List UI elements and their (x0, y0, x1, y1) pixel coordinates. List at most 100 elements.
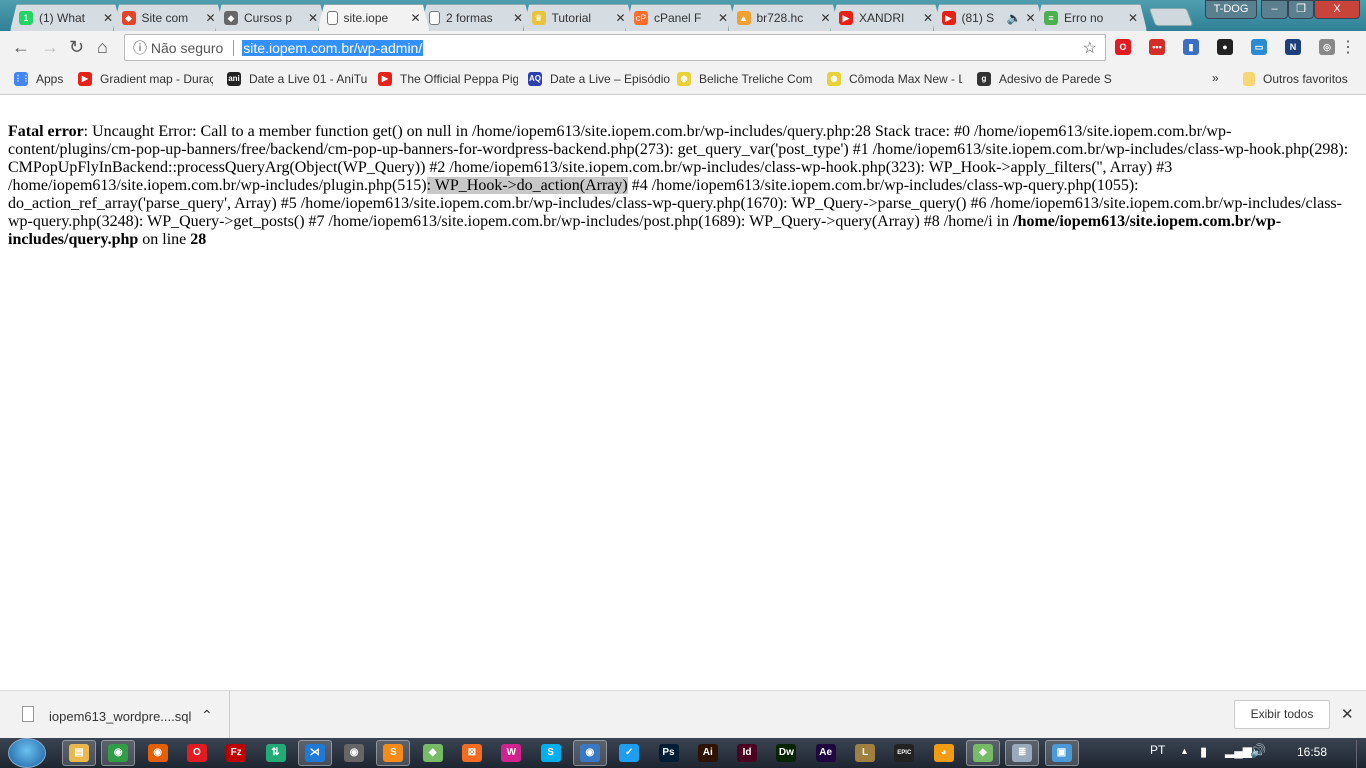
close-tab-icon[interactable]: ✕ (1128, 11, 1138, 25)
bookmark-item[interactable]: g Adesivo de Parede Su (977, 72, 1112, 86)
taskbar-app[interactable]: ◉ (101, 740, 136, 766)
tab[interactable]: 2 formas ✕ (420, 4, 532, 31)
taskbar-app[interactable]: O (180, 740, 214, 766)
taskbar-app[interactable]: ◆ (965, 740, 1000, 766)
tab[interactable]: ≡ Erro no ✕ (1035, 4, 1147, 31)
tab[interactable]: ♛ Tutorial ✕ (522, 4, 635, 31)
taskbar-app[interactable]: ✓ (612, 740, 646, 766)
taskbar-app[interactable]: Ps (652, 740, 686, 766)
taskbar-app[interactable]: EPIC (887, 740, 921, 766)
audio-playing-icon[interactable]: 🔈 (1006, 11, 1021, 25)
close-tab-icon[interactable]: ✕ (308, 11, 318, 25)
color-picker-icon[interactable]: ● (1217, 39, 1233, 55)
taskbar-app[interactable]: ≣ (1005, 740, 1040, 766)
home-icon[interactable]: ⌂ (97, 37, 108, 58)
bookmark-item[interactable]: ◉ Cômoda Max New - L (827, 72, 962, 86)
taskbar-app[interactable]: ◆ (416, 740, 450, 766)
more-bookmarks-button[interactable]: » (1212, 71, 1219, 85)
bookmark-star-icon[interactable]: ☆ (1083, 38, 1097, 58)
bookmark-item[interactable]: ⋮⋮ Apps (14, 72, 64, 86)
bookmark-item[interactable]: ani Date a Live 01 - AniTu (227, 72, 367, 86)
profile-button[interactable]: T-DOG (1205, 0, 1257, 19)
tab[interactable]: site.iope ✕ (317, 4, 430, 31)
volume-icon[interactable]: 🔊 (1250, 743, 1266, 759)
lastpass-icon[interactable]: ••• (1149, 39, 1165, 55)
bookmark-item[interactable]: AQ Date a Live – Episódio (528, 72, 673, 86)
show-desktop-button[interactable] (1356, 740, 1366, 768)
taskbar-app[interactable]: ⋊ (297, 740, 332, 766)
close-tab-icon[interactable]: ✕ (410, 11, 420, 25)
bookmark-item[interactable]: ▶ The Official Peppa Pig (378, 72, 518, 86)
close-window-button[interactable]: X (1314, 0, 1360, 19)
tab[interactable]: ▶ XANDRI ✕ (830, 4, 942, 31)
close-tab-icon[interactable]: ✕ (820, 11, 830, 25)
chevron-up-icon[interactable]: ⌃ (201, 707, 213, 724)
other-bookmarks-folder[interactable]: Outros favoritos (1243, 72, 1348, 86)
file-icon (22, 706, 34, 722)
tab-title: Tutorial (551, 11, 592, 25)
show-hidden-icons-icon[interactable]: ▲ (1180, 746, 1189, 756)
taskbar-app[interactable]: W (494, 740, 528, 766)
opera-icon[interactable]: O (1115, 39, 1131, 55)
screencast-icon[interactable]: ▭ (1251, 39, 1267, 55)
tab[interactable]: ▶ (81) S 🔈 ✕ (932, 4, 1045, 31)
extension-swirl-icon[interactable]: ◎ (1319, 39, 1335, 55)
menu-icon[interactable]: ⋮ (1340, 37, 1356, 57)
power-icon[interactable]: ▮ (1200, 744, 1207, 760)
anitube-icon: ani (227, 72, 241, 86)
taskbar-app[interactable]: ⇅ (259, 740, 293, 766)
tab-title: 2 formas (446, 11, 493, 25)
taskbar-app[interactable]: Id (730, 740, 764, 766)
taskbar-app[interactable]: S (534, 740, 568, 766)
tab[interactable]: 1 (1) What ✕ (10, 4, 122, 31)
taskbar-app[interactable]: ◕ (927, 740, 961, 766)
language-indicator[interactable]: PT (1150, 743, 1165, 757)
close-tab-icon[interactable]: ✕ (205, 11, 215, 25)
taskbar-app[interactable]: Ai (691, 740, 725, 766)
url-text[interactable]: site.iopem.com.br/wp-admin/ (242, 39, 424, 56)
tab[interactable]: ▲ br728.hc ✕ (727, 4, 840, 31)
taskbar-app[interactable]: ◉ (141, 740, 175, 766)
taskbar-app[interactable]: ⊠ (455, 740, 489, 766)
taskbar-app[interactable]: ◉ (572, 740, 607, 766)
close-download-bar-icon[interactable]: ✕ (1341, 705, 1354, 723)
new-tab-button[interactable] (1148, 8, 1194, 26)
network-signal-icon[interactable]: ▂▄▆ (1225, 744, 1252, 758)
minimize-button[interactable]: – (1261, 0, 1288, 19)
league-icon: L (855, 744, 875, 762)
bookmark-item[interactable]: ▶ Gradient map - Duraç (78, 72, 213, 86)
forward-icon[interactable]: → (41, 37, 59, 58)
close-tab-icon[interactable]: ✕ (103, 11, 113, 25)
tab[interactable]: ◆ Site com ✕ (112, 4, 225, 31)
close-tab-icon[interactable]: ✕ (513, 11, 523, 25)
download-item[interactable]: iopem613_wordpre....sql ⌃ (0, 691, 230, 738)
close-tab-icon[interactable]: ✕ (1025, 11, 1035, 25)
taskbar-app[interactable]: L (848, 740, 882, 766)
bookmark-item[interactable]: ◉ Beliche Treliche Com (677, 72, 812, 86)
bookmark-icon[interactable]: ▮ (1183, 39, 1199, 55)
maximize-button[interactable]: ❐ (1288, 0, 1314, 19)
image-viewer-icon: ▣ (1051, 744, 1072, 762)
taskbar-app[interactable]: ▤ (62, 740, 96, 766)
news-icon[interactable]: N (1285, 39, 1301, 55)
taskbar-app[interactable]: ◉ (337, 740, 371, 766)
reload-icon[interactable]: ↻ (69, 37, 84, 58)
back-icon[interactable]: ← (12, 37, 30, 58)
close-tab-icon[interactable]: ✕ (923, 11, 933, 25)
close-tab-icon[interactable]: ✕ (615, 11, 625, 25)
aftereffects-icon: Ae (815, 744, 836, 762)
close-tab-icon[interactable]: ✕ (718, 11, 728, 25)
address-bar[interactable]: ⓘ Não seguro site.iopem.com.br/wp-admin/… (124, 34, 1106, 61)
clock[interactable]: 16:58 (1297, 745, 1327, 759)
tab[interactable]: ◆ Cursos p ✕ (215, 4, 327, 31)
taskbar-app[interactable]: Dw (769, 740, 803, 766)
security-indicator[interactable]: ⓘ Não seguro (133, 38, 223, 58)
start-button[interactable] (8, 738, 46, 768)
taskbar-app[interactable]: Fz (219, 740, 253, 766)
taskbar-app[interactable]: Ae (809, 740, 843, 766)
taskbar-app[interactable]: S (376, 740, 411, 766)
tab[interactable]: cP cPanel F ✕ (625, 4, 737, 31)
taskbar-app[interactable]: ▣ (1044, 740, 1079, 766)
show-all-button[interactable]: Exibir todos (1234, 700, 1330, 729)
illustrator-icon: Ai (697, 744, 718, 762)
